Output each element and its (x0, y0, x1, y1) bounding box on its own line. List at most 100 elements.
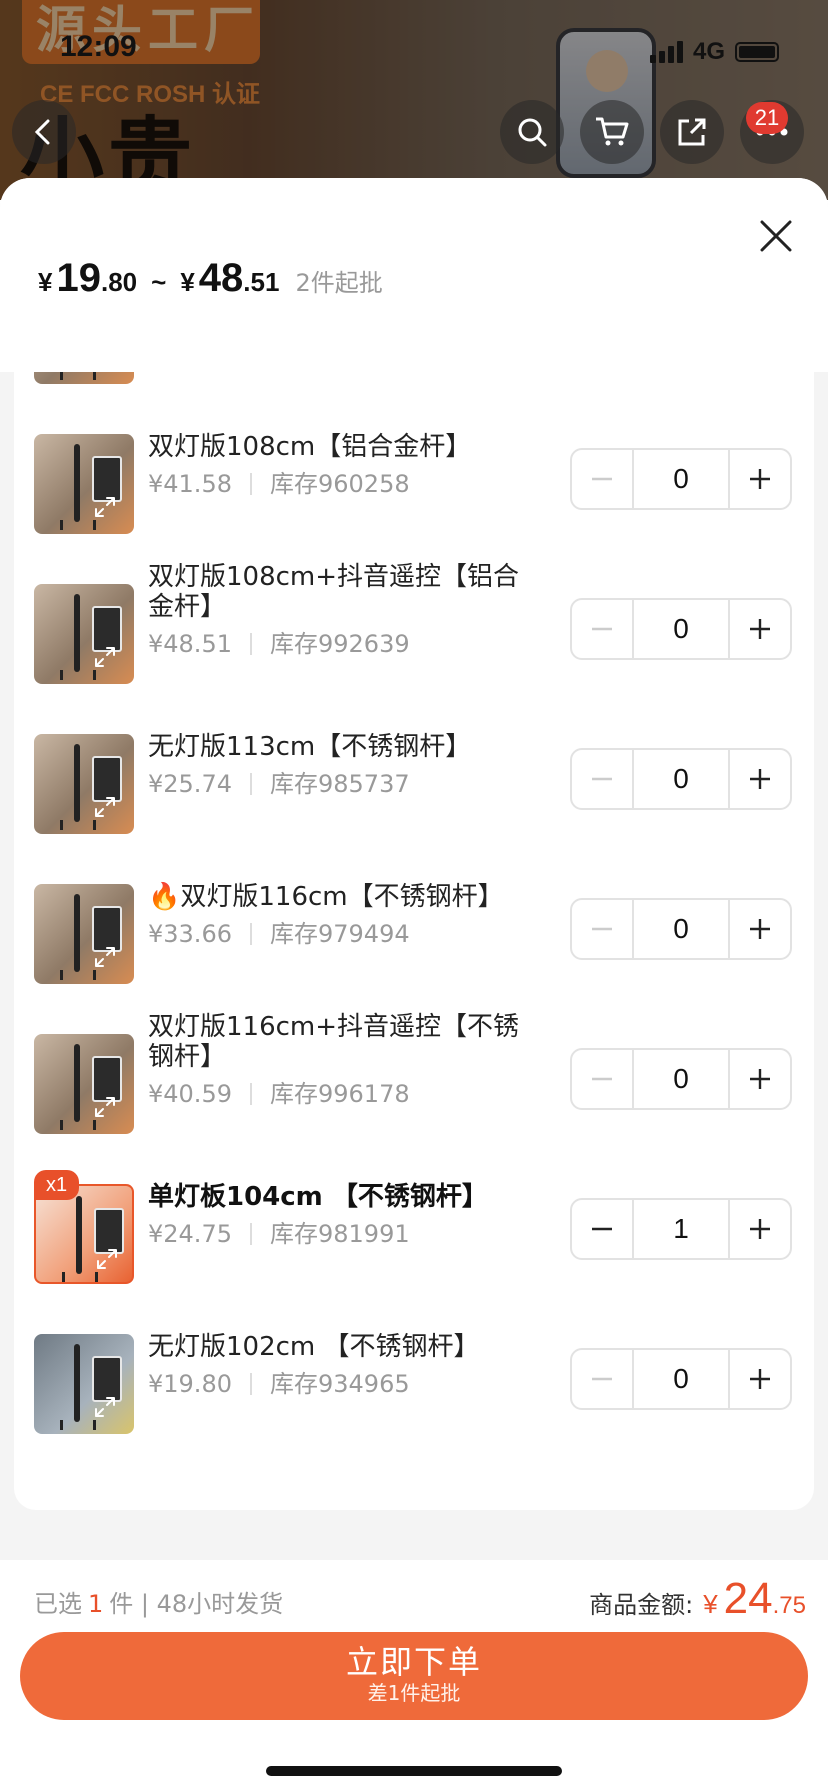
status-time: 12:09 (60, 30, 137, 63)
increase-button[interactable] (730, 450, 790, 508)
sku-thumbnail[interactable] (34, 1034, 134, 1134)
sku-price: ¥48.51 (148, 630, 232, 658)
quantity-value[interactable]: 1 (632, 1200, 730, 1258)
chevron-left-icon (34, 119, 50, 145)
order-shortfall-label: 差1件起批 (367, 1681, 461, 1705)
decrease-button[interactable] (572, 1200, 632, 1258)
plus-icon (750, 919, 770, 939)
price-min-int: 19 (56, 256, 101, 300)
minus-icon (592, 777, 612, 781)
decrease-button[interactable] (572, 750, 632, 808)
sku-name: 双灯版116cm+抖音遥控【不锈钢杆】 (148, 1012, 528, 1072)
stock-prefix: 库存 (269, 1220, 318, 1248)
increase-button[interactable] (730, 1200, 790, 1258)
sku-stock: 934965 (317, 1370, 410, 1398)
quantity-stepper: 0 (570, 898, 792, 960)
price-min-dec: .80 (100, 267, 138, 297)
sku-name: 双灯版108cm+抖音遥控【铝合金杆】 (148, 562, 528, 622)
increase-button[interactable] (730, 1350, 790, 1408)
plus-icon (750, 619, 770, 639)
sku-thumbnail[interactable] (34, 1334, 134, 1434)
minus-icon (592, 1227, 612, 1231)
quantity-stepper: 0 (570, 598, 792, 660)
quantity-value[interactable]: 0 (632, 750, 730, 808)
expand-icon (97, 1249, 117, 1269)
quantity-value[interactable]: 0 (632, 1350, 730, 1408)
cart-button[interactable] (580, 100, 644, 164)
decrease-button[interactable] (572, 450, 632, 508)
plus-icon (750, 469, 770, 489)
decrease-button[interactable] (572, 600, 632, 658)
stock-prefix: 库存 (269, 920, 318, 948)
price-range: ¥ 19 .80 ~ ¥ 48 .51 2件起批 (38, 256, 383, 301)
quantity-value[interactable]: 0 (632, 900, 730, 958)
increase-button[interactable] (730, 1050, 790, 1108)
sku-thumbnail[interactable] (34, 584, 134, 684)
plus-icon (750, 1219, 770, 1239)
price-max-dec: .51 (243, 267, 280, 297)
sku-price: ¥40.59 (148, 1080, 232, 1108)
minus-icon (592, 1077, 612, 1081)
stock-prefix: 库存 (269, 630, 318, 658)
sku-meta: ¥40.59 库存996178 (148, 1074, 410, 1109)
stock-prefix: 库存 (269, 770, 318, 798)
sku-list-scroll[interactable]: ¥33.66库存948123 0 双灯版108cm【铝合金杆】 ¥41.58库存… (14, 328, 814, 1458)
plus-icon (750, 769, 770, 789)
increase-button[interactable] (730, 900, 790, 958)
sku-name-text: 双灯版116cm+抖音遥控【不锈钢杆】 (148, 1012, 520, 1072)
sku-name: 🔥双灯版116cm【不锈钢杆】 (148, 882, 528, 912)
back-button[interactable] (12, 100, 76, 164)
selected-prefix: 已选 (34, 1590, 82, 1618)
quantity-value[interactable]: 0 (632, 600, 730, 658)
expand-icon (95, 1097, 115, 1117)
order-now-button[interactable]: 立即下单 差1件起批 (20, 1632, 808, 1720)
sku-row: 双灯版108cm+抖音遥控【铝合金杆】 ¥48.51 库存992639 0 (14, 558, 814, 708)
sku-row: 无灯版102cm 【不锈钢杆】 ¥19.80 库存934965 0 (14, 1308, 814, 1458)
cart-count-badge: 21 (746, 102, 788, 134)
quantity-value[interactable]: 0 (632, 450, 730, 508)
sku-name-text: 双灯版108cm【铝合金杆】 (148, 432, 472, 462)
increase-button[interactable] (730, 600, 790, 658)
share-icon (678, 118, 706, 146)
plus-icon (750, 1069, 770, 1089)
decrease-button[interactable] (572, 1050, 632, 1108)
minus-icon (592, 477, 612, 481)
close-icon[interactable] (754, 214, 798, 258)
sku-name-text: 无灯版102cm 【不锈钢杆】 (148, 1332, 480, 1362)
minus-icon (592, 1377, 612, 1381)
expand-icon (95, 1397, 115, 1417)
selected-suffix: 件 | 48小时发货 (109, 1590, 284, 1618)
quantity-stepper: 0 (570, 1348, 792, 1410)
sku-meta: ¥41.58 库存960258 (148, 464, 410, 499)
selected-count: 1 (88, 1590, 104, 1618)
minimum-order-label: 2件起批 (295, 269, 383, 297)
sku-name-text: 双灯版116cm【不锈钢杆】 (180, 882, 504, 912)
sku-meta: ¥24.75 库存981991 (148, 1214, 410, 1249)
decrease-button[interactable] (572, 900, 632, 958)
home-indicator[interactable] (266, 1766, 562, 1776)
price-separator: ~ (151, 267, 167, 297)
sku-name: 单灯板104cm 【不锈钢杆】 (148, 1182, 528, 1212)
quantity-stepper: 0 (570, 1048, 792, 1110)
increase-button[interactable] (730, 750, 790, 808)
expand-icon (95, 947, 115, 967)
sku-name: 双灯版108cm【铝合金杆】 (148, 432, 528, 462)
sku-name-text: 无灯版113cm【不锈钢杆】 (148, 732, 472, 762)
sku-name: 无灯版113cm【不锈钢杆】 (148, 732, 528, 762)
search-button[interactable] (500, 100, 564, 164)
share-button[interactable] (660, 100, 724, 164)
selected-qty-tag: x1 (34, 1170, 80, 1200)
sku-thumbnail[interactable] (34, 434, 134, 534)
sku-thumbnail[interactable] (34, 734, 134, 834)
sheet-header: ¥ 19 .80 ~ ¥ 48 .51 2件起批 (0, 178, 828, 372)
sku-meta: ¥48.51 库存992639 (148, 624, 410, 659)
quantity-value[interactable]: 0 (632, 1050, 730, 1108)
total-amount: 商品金额: ¥ 24 .75 (589, 1574, 806, 1624)
sku-stock: 985737 (317, 770, 410, 798)
decrease-button[interactable] (572, 1350, 632, 1408)
sku-price: ¥24.75 (148, 1220, 232, 1248)
search-icon (518, 118, 547, 147)
sku-list: ¥33.66库存948123 0 双灯版108cm【铝合金杆】 ¥41.58库存… (14, 328, 814, 1510)
sku-thumbnail[interactable] (34, 884, 134, 984)
sku-name: 无灯版102cm 【不锈钢杆】 (148, 1332, 528, 1362)
